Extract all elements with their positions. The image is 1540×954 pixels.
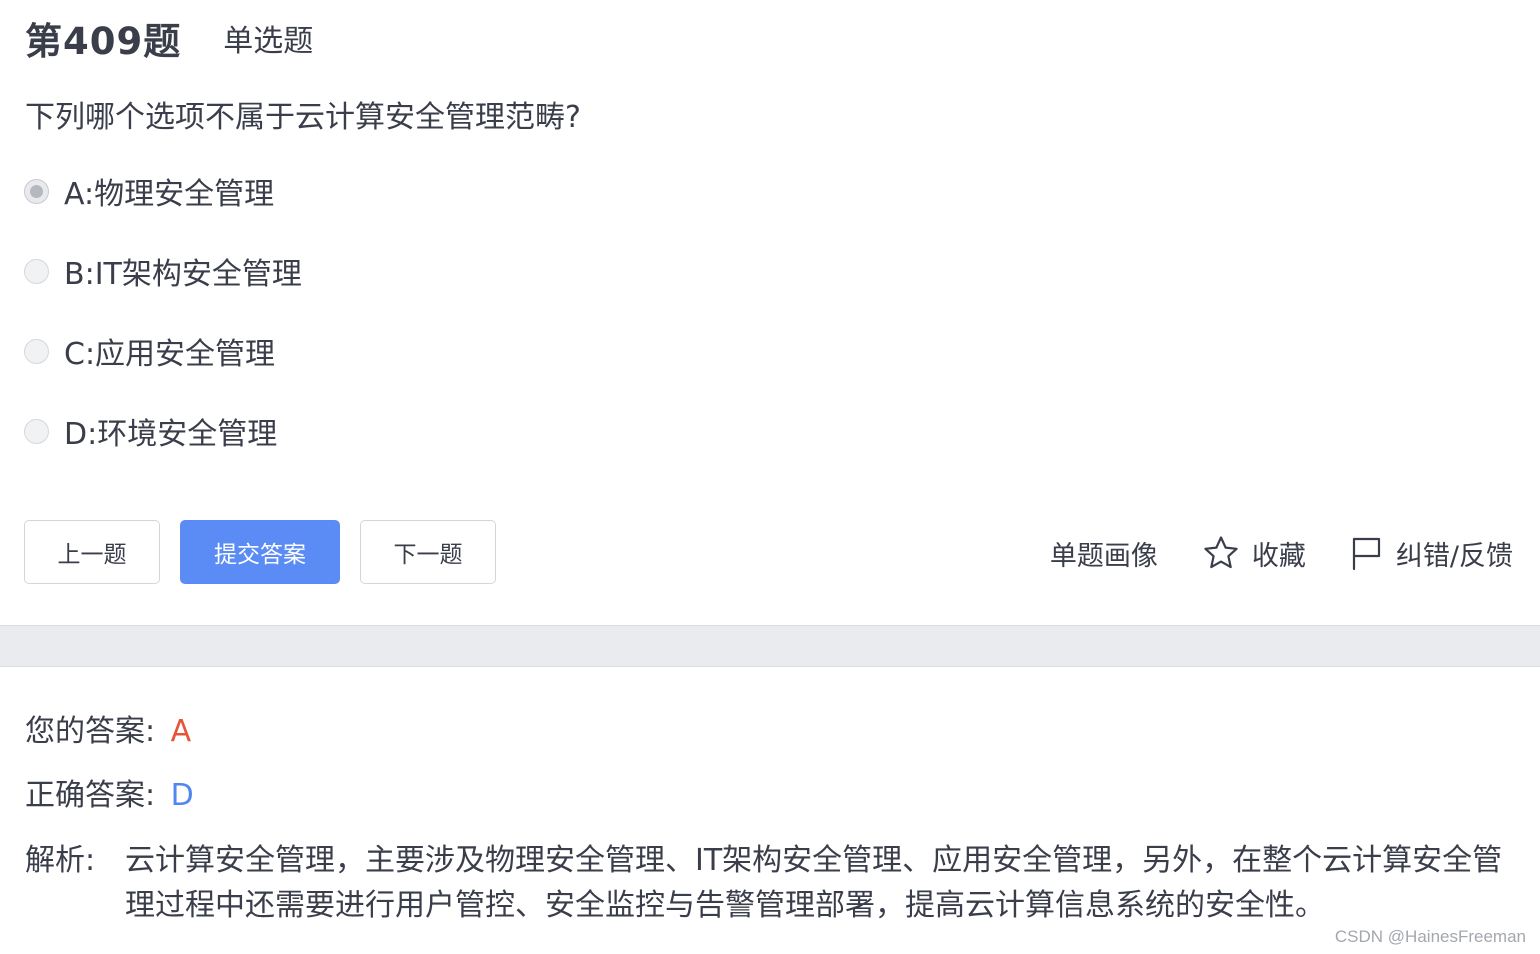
option-label: B:IT架构安全管理: [64, 257, 302, 292]
radio-icon[interactable]: [24, 258, 49, 284]
submit-answer-button[interactable]: 提交答案: [180, 520, 340, 584]
favorite-label: 收藏: [1251, 540, 1306, 572]
option-label: C:应用安全管理: [64, 337, 276, 372]
option-c[interactable]: C:应用安全管理: [24, 329, 275, 373]
correct-answer-label: 正确答案:: [25, 778, 156, 813]
option-label: A:物理安全管理: [64, 177, 275, 212]
question-number: 第409题: [25, 20, 182, 63]
your-answer-label: 您的答案:: [25, 714, 156, 749]
analysis-text: 云计算安全管理，主要涉及物理安全管理、IT架构安全管理、应用安全管理，另外，在整…: [125, 843, 1503, 923]
question-portrait-label: 单题画像: [1049, 540, 1158, 572]
correct-answer-row: 正确答案: D: [25, 774, 194, 818]
flag-icon: [1352, 537, 1380, 571]
feedback-label: 纠错/反馈: [1395, 540, 1513, 572]
your-answer-row: 您的答案: A: [25, 710, 191, 754]
option-d[interactable]: D:环境安全管理: [24, 409, 277, 453]
radio-selected-icon[interactable]: [24, 178, 49, 204]
star-icon: [1204, 536, 1238, 569]
watermark: CSDN @HainesFreeman: [1334, 927, 1526, 946]
question-type: 单选题: [223, 24, 314, 59]
quiz-page: 第409题 单选题 下列哪个选项不属于云计算安全管理范畴? A:物理安全管理 B…: [0, 0, 1540, 954]
radio-icon[interactable]: [24, 338, 49, 364]
correct-answer-value: D: [170, 778, 194, 813]
prev-question-button[interactable]: 上一题: [24, 520, 160, 584]
option-a[interactable]: A:物理安全管理: [24, 169, 274, 213]
question-portrait-button[interactable]: 单题画像: [1050, 534, 1158, 573]
section-divider: [0, 625, 1540, 667]
analysis-label: 解析:: [25, 843, 96, 878]
your-answer-value: A: [170, 714, 192, 749]
radio-icon[interactable]: [24, 418, 49, 444]
feedback-button[interactable]: 纠错/反馈: [1350, 534, 1513, 573]
question-text: 下列哪个选项不属于云计算安全管理范畴?: [25, 100, 581, 135]
option-b[interactable]: B:IT架构安全管理: [24, 249, 302, 293]
favorite-button[interactable]: 收藏: [1202, 534, 1306, 573]
question-toolbar: 单题画像 收藏 纠错/反馈: [1050, 530, 1513, 576]
question-header: 第409题 单选题: [25, 10, 313, 66]
analysis-row: 解析: 云计算安全管理，主要涉及物理安全管理、IT架构安全管理、应用安全管理，另…: [25, 838, 1515, 928]
option-label: D:环境安全管理: [64, 417, 278, 452]
next-question-button[interactable]: 下一题: [360, 520, 496, 584]
